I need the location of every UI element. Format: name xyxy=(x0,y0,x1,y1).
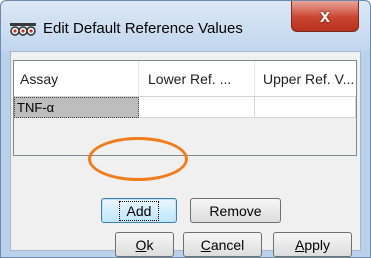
table-header: Assay Lower Ref. ... Upper Ref. V... xyxy=(14,61,356,97)
close-button[interactable]: x xyxy=(291,1,359,32)
remove-button-label: Remove xyxy=(209,202,262,219)
column-header-lower-ref[interactable]: Lower Ref. ... xyxy=(139,61,255,96)
add-button-label: Add xyxy=(118,200,160,221)
close-icon: x xyxy=(319,5,330,26)
cancel-button-label: Cancel xyxy=(200,236,245,253)
dialog-body: Assay Lower Ref. ... Upper Ref. V... TNF… xyxy=(10,51,361,257)
column-header-assay[interactable]: Assay xyxy=(14,61,139,96)
ok-button-label: Ok xyxy=(135,236,154,253)
add-button[interactable]: Add xyxy=(101,198,177,223)
app-icon xyxy=(9,21,37,37)
cell-lower-ref[interactable] xyxy=(139,97,255,118)
apply-button-label: Apply xyxy=(294,236,331,253)
title-bar[interactable]: Edit Default Reference Values x xyxy=(1,1,370,51)
table-row[interactable]: TNF-α xyxy=(14,97,356,118)
cell-upper-ref[interactable] xyxy=(255,97,356,118)
ok-button[interactable]: Ok xyxy=(115,232,174,257)
cancel-button[interactable]: Cancel xyxy=(183,232,262,257)
cell-assay[interactable]: TNF-α xyxy=(14,97,139,118)
dialog-window: Edit Default Reference Values x Assay Lo… xyxy=(0,0,371,258)
remove-button[interactable]: Remove xyxy=(190,198,281,223)
window-title: Edit Default Reference Values xyxy=(43,20,243,37)
reference-values-table: Assay Lower Ref. ... Upper Ref. V... TNF… xyxy=(13,60,357,156)
column-header-upper-ref[interactable]: Upper Ref. V... xyxy=(255,61,356,96)
apply-button[interactable]: Apply xyxy=(273,232,352,257)
